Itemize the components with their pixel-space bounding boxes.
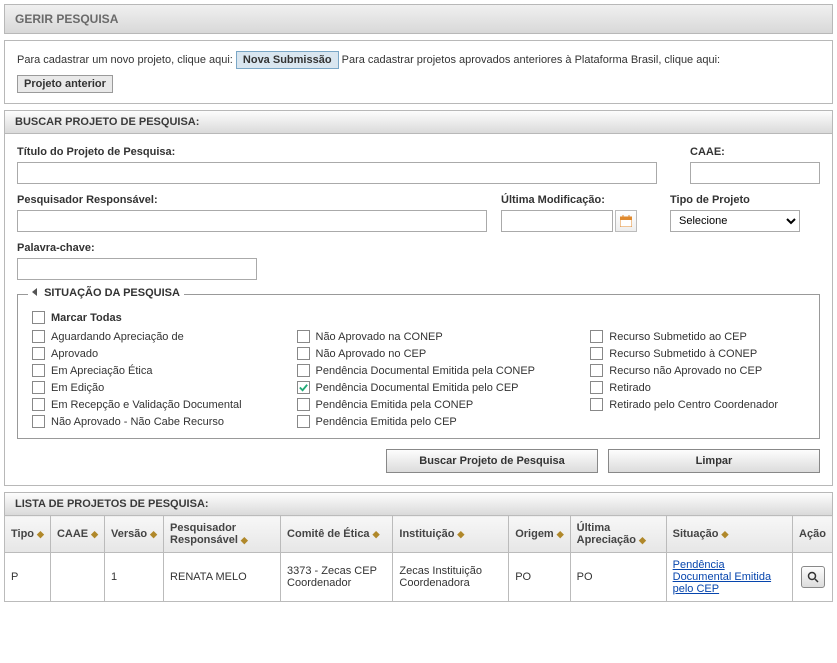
situacao-checkbox[interactable] bbox=[297, 330, 310, 343]
pesquisador-label: Pesquisador Responsável: bbox=[17, 194, 487, 206]
table-column-header[interactable]: Tipo◆ bbox=[5, 516, 51, 553]
situacao-checkbox[interactable] bbox=[32, 330, 45, 343]
detalhar-button[interactable] bbox=[801, 566, 825, 588]
caae-label: CAAE: bbox=[690, 146, 820, 158]
situacao-fieldset: SITUAÇÃO DA PESQUISA Marcar Todas Aguard… bbox=[17, 294, 820, 439]
situacao-label: Não Aprovado na CONEP bbox=[316, 331, 443, 343]
situacao-label: Retirado pelo Centro Coordenador bbox=[609, 399, 778, 411]
situacao-checkbox[interactable] bbox=[32, 415, 45, 428]
ultima-mod-label: Última Modificação: bbox=[501, 194, 656, 206]
marcar-todas-label: Marcar Todas bbox=[51, 312, 122, 324]
table-column-header[interactable]: Pesquisador Responsável◆ bbox=[164, 516, 281, 553]
situacao-checkbox[interactable] bbox=[590, 330, 603, 343]
situacao-label: Não Aprovado - Não Cabe Recurso bbox=[51, 416, 224, 428]
situacao-checkbox[interactable] bbox=[32, 347, 45, 360]
situacao-checkbox[interactable] bbox=[32, 381, 45, 394]
situacao-label: Aprovado bbox=[51, 348, 98, 360]
situacao-checkbox[interactable] bbox=[32, 398, 45, 411]
palavra-label: Palavra-chave: bbox=[17, 242, 257, 254]
situacao-checkbox[interactable] bbox=[297, 398, 310, 411]
table-row: P1RENATA MELO3373 - Zecas CEP Coordenado… bbox=[5, 553, 833, 602]
situacao-label: Aguardando Apreciação de bbox=[51, 331, 184, 343]
situacao-link[interactable]: Pendência Documental Emitida pelo CEP bbox=[673, 559, 771, 595]
ultima-mod-input[interactable] bbox=[501, 210, 613, 232]
situacao-checkbox[interactable] bbox=[297, 364, 310, 377]
register-text-2: Para cadastrar projetos aprovados anteri… bbox=[342, 54, 720, 66]
situacao-label: Recurso não Aprovado no CEP bbox=[609, 365, 762, 377]
lista-header: LISTA DE PROJETOS DE PESQUISA: bbox=[4, 492, 833, 515]
situacao-label: Pendência Emitida pelo CEP bbox=[316, 416, 457, 428]
situacao-checkbox[interactable] bbox=[590, 347, 603, 360]
situacao-label: Em Recepção e Validação Documental bbox=[51, 399, 242, 411]
situacao-label: Recurso Submetido ao CEP bbox=[609, 331, 747, 343]
calendar-icon[interactable] bbox=[615, 210, 637, 232]
situacao-checkbox[interactable] bbox=[297, 381, 310, 394]
situacao-legend: SITUAÇÃO DA PESQUISA bbox=[28, 287, 184, 299]
pesquisador-input[interactable] bbox=[17, 210, 487, 232]
projetos-table: Tipo◆CAAE◆Versão◆Pesquisador Responsável… bbox=[4, 515, 833, 602]
situacao-checkbox[interactable] bbox=[32, 364, 45, 377]
situacao-label: Retirado bbox=[609, 382, 651, 394]
situacao-checkbox[interactable] bbox=[590, 364, 603, 377]
limpar-button[interactable]: Limpar bbox=[608, 449, 820, 473]
marcar-todas-checkbox[interactable] bbox=[32, 311, 45, 324]
palavra-input[interactable] bbox=[17, 258, 257, 280]
situacao-checkbox[interactable] bbox=[297, 347, 310, 360]
register-text-1: Para cadastrar um novo projeto, clique a… bbox=[17, 54, 233, 66]
tipo-label: Tipo de Projeto bbox=[670, 194, 800, 206]
table-column-header[interactable]: Última Apreciação◆ bbox=[570, 516, 666, 553]
situacao-label: Pendência Documental Emitida pelo CEP bbox=[316, 382, 519, 394]
situacao-checkbox[interactable] bbox=[590, 381, 603, 394]
table-column-header[interactable]: Ação bbox=[793, 516, 833, 553]
table-column-header[interactable]: Situação◆ bbox=[666, 516, 792, 553]
situacao-label: Pendência Documental Emitida pela CONEP bbox=[316, 365, 536, 377]
caae-input[interactable] bbox=[690, 162, 820, 184]
table-column-header[interactable]: Comitê de Ética◆ bbox=[281, 516, 393, 553]
situacao-label: Em Edição bbox=[51, 382, 104, 394]
nova-submissao-button[interactable]: Nova Submissão bbox=[236, 51, 339, 69]
situacao-checkbox[interactable] bbox=[590, 398, 603, 411]
buscar-body: Título do Projeto de Pesquisa: CAAE: Pes… bbox=[4, 133, 833, 486]
titulo-label: Título do Projeto de Pesquisa: bbox=[17, 146, 676, 158]
table-column-header[interactable]: CAAE◆ bbox=[50, 516, 104, 553]
table-column-header[interactable]: Versão◆ bbox=[105, 516, 164, 553]
register-box: Para cadastrar um novo projeto, clique a… bbox=[4, 40, 833, 104]
situacao-label: Recurso Submetido à CONEP bbox=[609, 348, 757, 360]
tipo-select[interactable]: Selecione bbox=[670, 210, 800, 232]
situacao-label: Não Aprovado no CEP bbox=[316, 348, 427, 360]
table-column-header[interactable]: Origem◆ bbox=[509, 516, 570, 553]
chevron-left-icon[interactable] bbox=[32, 288, 37, 296]
situacao-label: Pendência Emitida pela CONEP bbox=[316, 399, 474, 411]
titulo-input[interactable] bbox=[17, 162, 657, 184]
situacao-label: Em Apreciação Ética bbox=[51, 365, 153, 377]
page-title: GERIR PESQUISA bbox=[4, 4, 833, 34]
projeto-anterior-button[interactable]: Projeto anterior bbox=[17, 75, 113, 93]
situacao-checkbox[interactable] bbox=[297, 415, 310, 428]
buscar-header: BUSCAR PROJETO DE PESQUISA: bbox=[4, 110, 833, 133]
table-column-header[interactable]: Instituição◆ bbox=[393, 516, 509, 553]
buscar-button[interactable]: Buscar Projeto de Pesquisa bbox=[386, 449, 598, 473]
